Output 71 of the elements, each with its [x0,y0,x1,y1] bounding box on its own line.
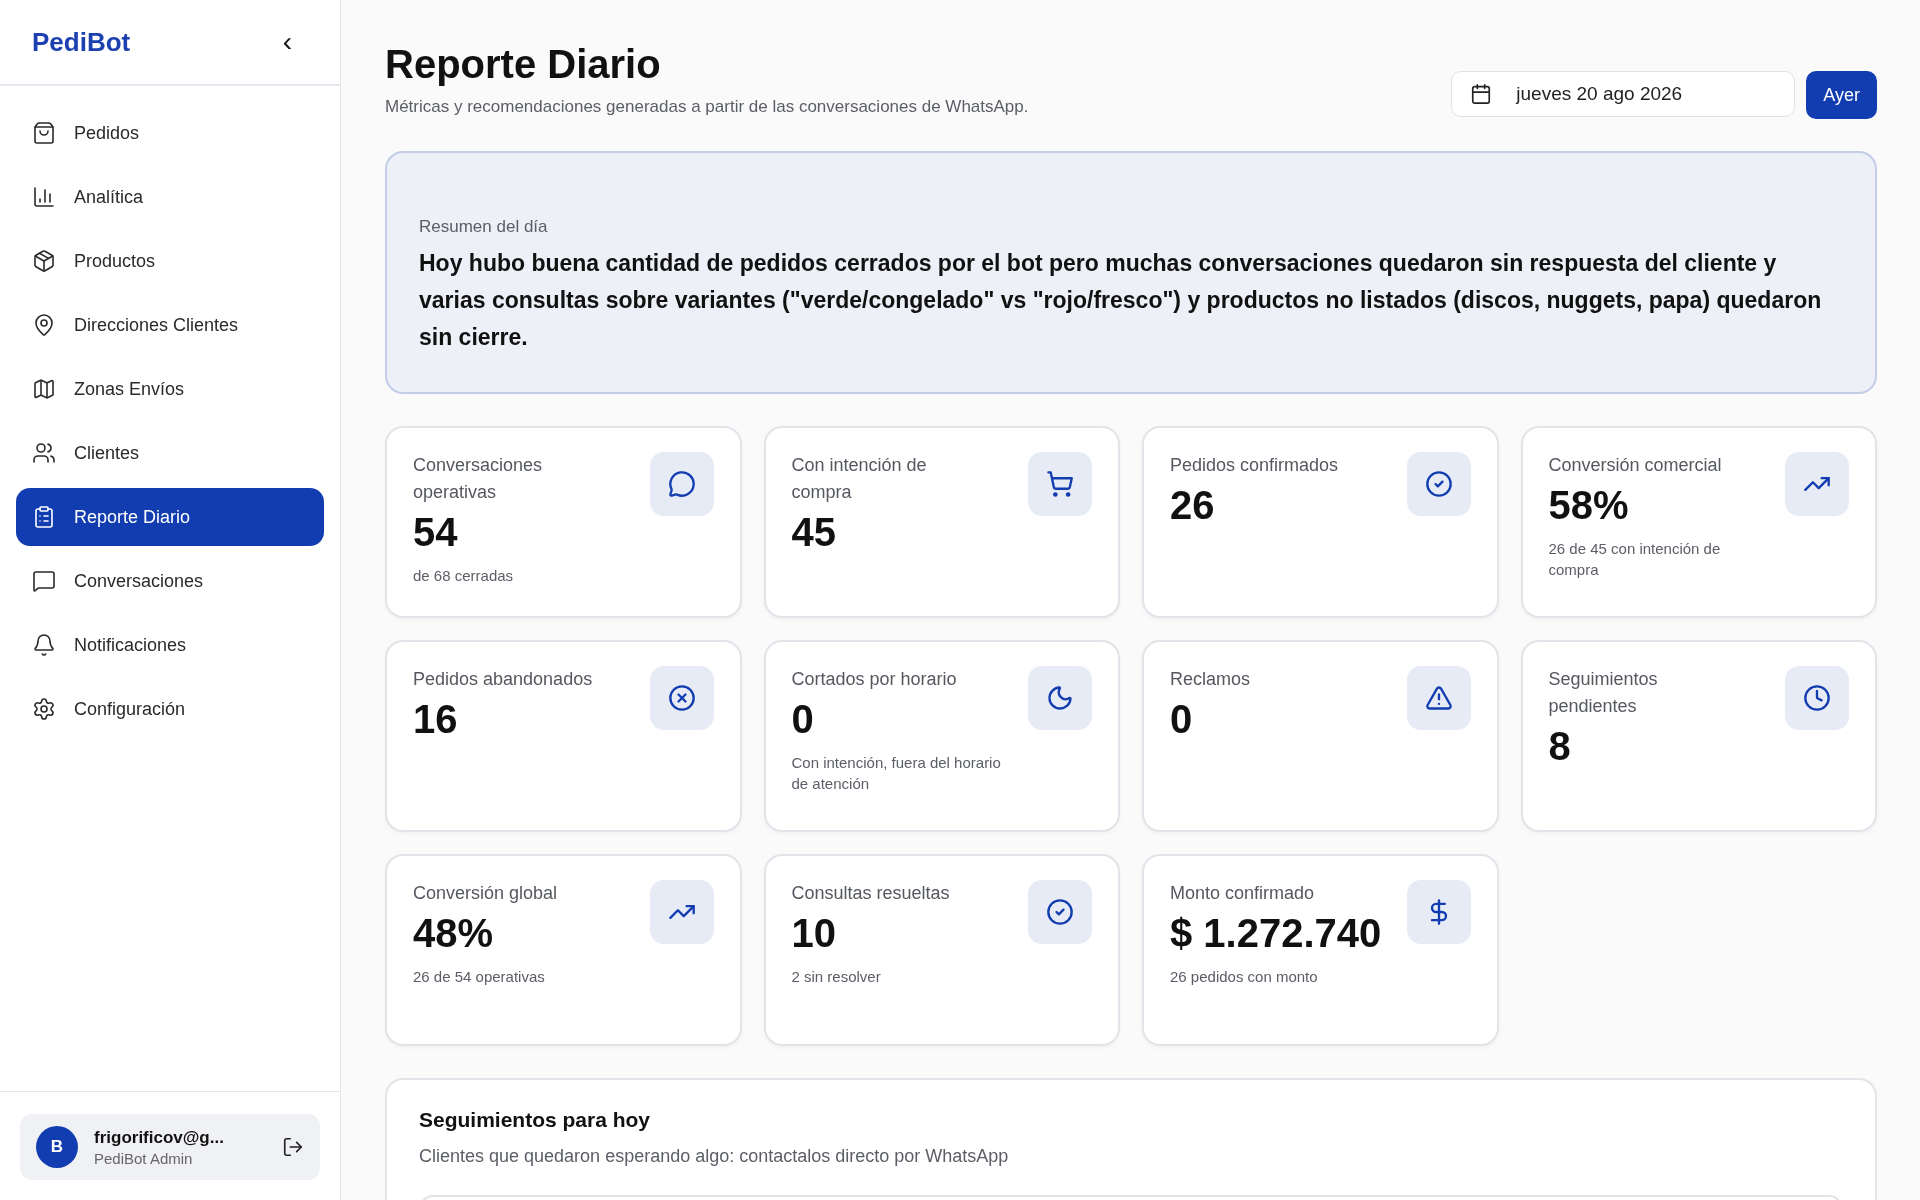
nav-item[interactable]: Productos [16,232,324,290]
followups-title: Seguimientos para hoy [419,1108,652,1132]
metric-note: 26 de 45 con intención de compra [1548,539,1722,580]
box-icon [32,249,56,273]
metric-note: 26 de 54 operativas [413,967,546,987]
nav-item[interactable]: Direcciones Clientes [16,296,324,354]
users-icon [32,441,56,465]
trend-up-icon [649,880,714,944]
metric-value: 48% [413,911,495,956]
metric-note: 26 pedidos con monto [1170,967,1319,987]
user-email: frigorificov@g... [94,1127,225,1148]
metric-label: Conversión comercial [1548,454,1723,477]
map-icon [32,377,56,401]
nav-item[interactable]: Notificaciones [16,616,324,674]
metric-note: 2 sin resolver [791,967,882,987]
clock-icon [1785,666,1849,730]
nav-item[interactable]: Conversaciones [16,552,324,610]
metric-note: Con intención, fuera del horario de atención [791,753,1002,794]
warning-icon [1406,666,1471,730]
metric-label: Consultas resueltas [791,882,950,905]
settings-icon [32,697,56,721]
logout-icon[interactable] [282,1136,304,1158]
metric-label: Reclamos [1170,668,1251,691]
nav-item[interactable]: Clientes [16,424,324,482]
chat-bubble-icon [649,452,714,516]
nav-item[interactable]: Reporte Diario [16,488,324,546]
bag-icon [32,121,56,145]
user-role: PediBot Admin [94,1149,194,1167]
metric-value: 0 [791,697,815,742]
chat-icon [32,569,56,593]
metric-value: 0 [1170,697,1194,742]
page-subtitle: Métricas y recomendaciones generadas a partir de las conversaciones de WhatsApp. [385,97,1029,117]
yesterday-button[interactable]: Ayer [1806,71,1877,119]
bar-chart-icon [32,185,56,209]
metric-value: 26 [1170,483,1216,528]
metric-value: 45 [791,510,837,555]
metric-value: 16 [413,697,459,742]
cart-icon [1028,452,1092,516]
map-pin-icon [32,313,56,337]
page-title: Reporte Diario [385,42,662,87]
collapse-button[interactable]: ‹ [278,28,296,56]
metric-label: Pedidos confirmados [1170,454,1339,477]
metric-label: Conversión global [413,882,558,905]
metric-value: $ 1.272.740 [1170,911,1382,956]
metric-label: Con intención de compra [791,454,928,504]
summary-text: Hoy hubo buena cantidad de pedidos cerrados por el bot pero muchas conversaciones quedaron sin respuesta del cliente y varias consultas sobre variantes ("verde/congelado" vs "rojo/fresco") y productos no listados (discos, nuggets, papa) quedaron sin cierre. [419,249,1823,352]
metric-label: Seguimientos pendientes [1548,668,1659,718]
moon-icon [1028,666,1092,730]
calendar-icon [1470,83,1493,105]
summary-label: Resumen del día [419,217,549,237]
metric-value: 8 [1548,724,1572,769]
followups-subtitle: Clientes que quedaron esperando algo: contactalos directo por WhatsApp [419,1146,1010,1167]
bell-icon [32,633,56,657]
metric-label: Cortados por horario [791,668,958,691]
metric-value: 54 [413,510,459,555]
nav-item[interactable]: Pedidos [16,104,324,162]
trend-up-icon [1785,452,1849,516]
metric-value: 10 [791,911,837,956]
metric-label: Monto confirmado [1170,882,1316,905]
avatar: B [36,1126,78,1168]
nav-item[interactable]: Analítica [16,168,324,226]
metric-value: 58% [1548,483,1630,528]
brand-logo: PediBot [32,26,131,58]
metric-note: de 68 cerradas [413,566,515,586]
nav-item[interactable]: Configuración [16,680,324,738]
date-field[interactable]: jueves 20 ago 2026 [1451,71,1796,117]
metric-label: Pedidos abandonados [413,668,593,691]
nav-item[interactable]: Zonas Envíos [16,360,324,418]
metric-label: Conversaciones operativas [413,454,544,504]
clipboard-icon [32,505,56,529]
dollar-icon [1406,880,1471,944]
